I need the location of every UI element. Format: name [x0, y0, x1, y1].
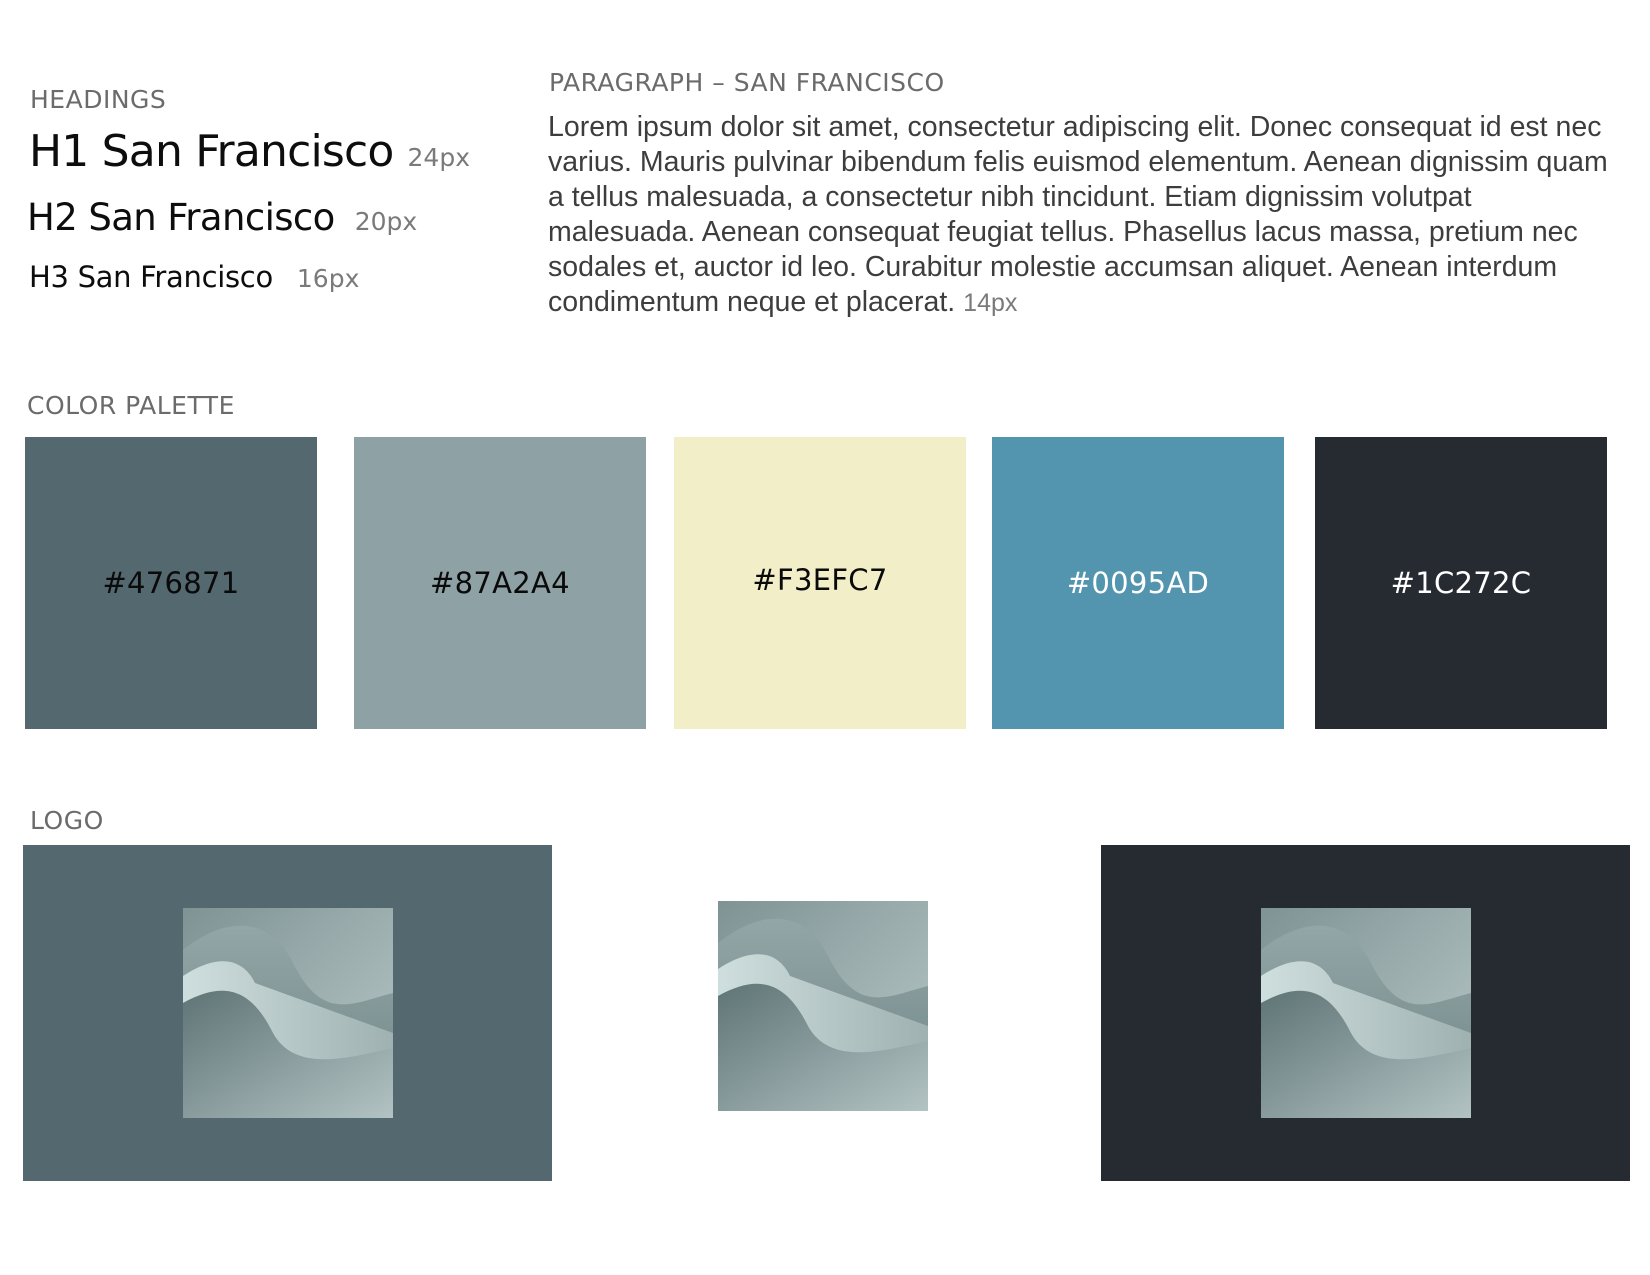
swatch-hex-label: #87A2A4	[430, 566, 570, 600]
color-swatch-f3efc7: #F3EFC7	[674, 437, 966, 729]
swatch-hex-label: #F3EFC7	[752, 563, 888, 597]
h2-sample-text: H2 San Francisco	[27, 196, 335, 239]
logo-panel-white	[665, 845, 975, 1181]
h2-sample: H2 San Francisco 20px	[27, 196, 417, 239]
h1-sample-text: H1 San Francisco	[29, 126, 394, 177]
paragraph-sample: Lorem ipsum dolor sit amet, consectetur …	[548, 110, 1608, 321]
color-swatch-1c272c: #1C272C	[1315, 437, 1607, 729]
wave-logo-icon	[1261, 908, 1471, 1118]
paragraph-text: Lorem ipsum dolor sit amet, consectetur …	[548, 111, 1608, 318]
h3-size-label: 16px	[296, 264, 360, 293]
logo-label: LOGO	[30, 806, 104, 835]
swatch-hex-label: #476871	[102, 566, 240, 600]
logo-panel-slate	[23, 845, 552, 1181]
logo-panel-dark	[1101, 845, 1630, 1181]
color-palette-label: COLOR PALETTE	[27, 391, 235, 420]
swatch-hex-label: #1C272C	[1390, 566, 1532, 600]
swatch-hex-label: #0095AD	[1066, 566, 1210, 600]
h2-size-label: 20px	[354, 207, 418, 236]
color-swatch-87a2a4: #87A2A4	[354, 437, 646, 729]
h1-sample: H1 San Francisco 24px	[29, 126, 470, 177]
paragraph-size-label: 14px	[963, 289, 1018, 317]
headings-label: HEADINGS	[30, 85, 167, 114]
wave-logo-icon	[718, 901, 928, 1111]
h3-sample: H3 San Francisco 16px	[29, 260, 359, 294]
color-swatch-0095ad: #0095AD	[992, 437, 1284, 729]
paragraph-label: PARAGRAPH – SAN FRANCISCO	[549, 68, 945, 97]
color-swatch-476871: #476871	[25, 437, 317, 729]
wave-logo-icon	[183, 908, 393, 1118]
h3-sample-text: H3 San Francisco	[29, 260, 273, 294]
h1-size-label: 24px	[407, 143, 471, 172]
